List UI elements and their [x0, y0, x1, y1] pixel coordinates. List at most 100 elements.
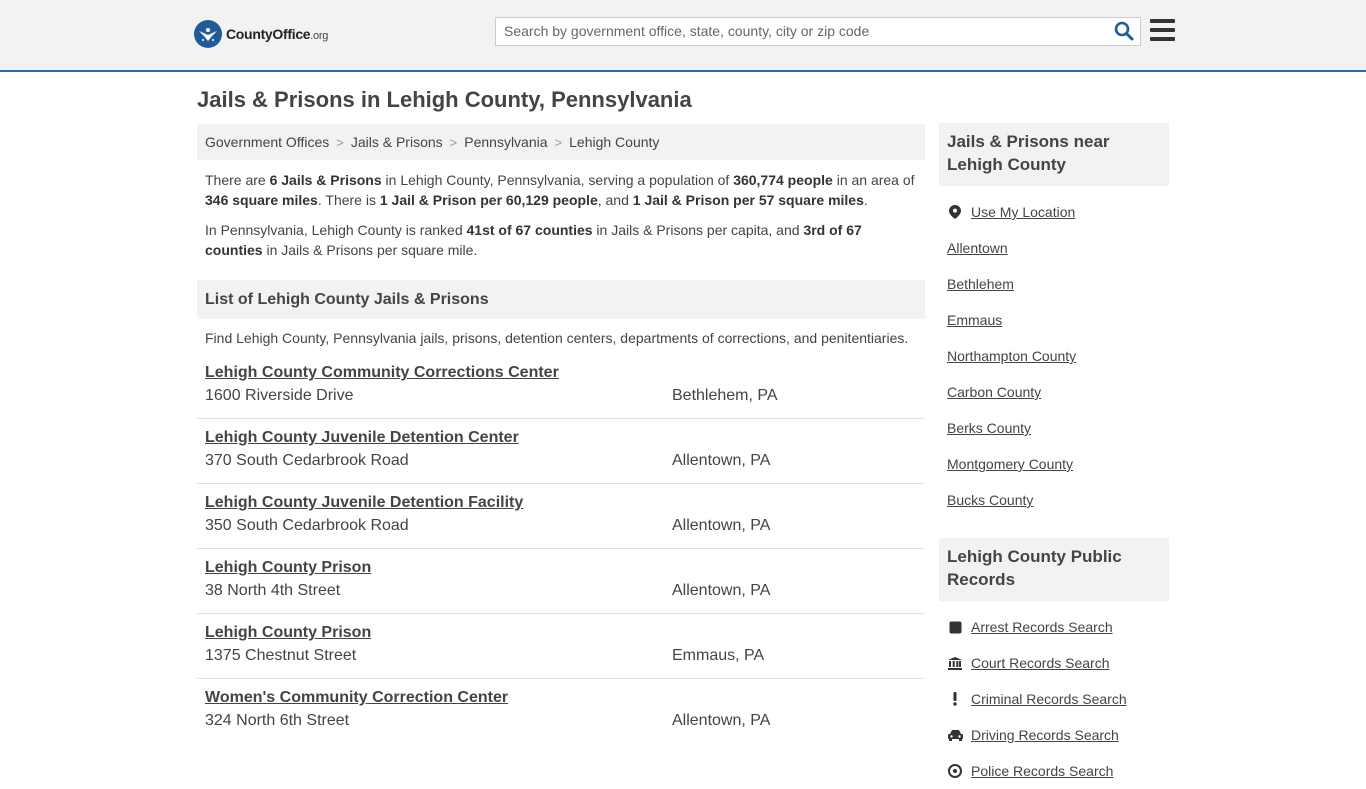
intro-text-span: There are	[205, 172, 270, 188]
use-location-item: Use My Location	[947, 194, 1161, 230]
list-description: Find Lehigh County, Pennsylvania jails, …	[205, 330, 909, 346]
court-records-link[interactable]: Court Records Search	[971, 655, 1110, 671]
facility-name-link[interactable]: Lehigh County Prison	[205, 624, 371, 642]
nearby-item: Montgomery County	[947, 446, 1161, 482]
intro-text-span: in Jails & Prisons per square mile.	[262, 242, 478, 258]
area: 346 square miles	[205, 192, 318, 208]
nearby-item: Northampton County	[947, 338, 1161, 374]
facility-name-link[interactable]: Women's Community Correction Center	[205, 689, 508, 707]
driving-records-link[interactable]: Driving Records Search	[971, 727, 1119, 743]
facility-name-link[interactable]: Lehigh County Juvenile Detention Facilit…	[205, 494, 523, 512]
nearby-heading: Jails & Prisons near Lehigh County	[939, 123, 1169, 186]
page-title: Jails & Prisons in Lehigh County, Pennsy…	[197, 87, 692, 112]
sidebar: Jails & Prisons near Lehigh County Use M…	[939, 123, 1169, 789]
intro-text-span: , and	[597, 192, 633, 208]
facility-city: Emmaus, PA	[672, 647, 765, 664]
list-item: Lehigh County Juvenile Detention Center …	[197, 419, 925, 484]
facility-name-link[interactable]: Lehigh County Juvenile Detention Center	[205, 429, 519, 447]
facility-city: Allentown, PA	[672, 452, 771, 469]
site-header: CountyOffice.org	[0, 0, 1366, 72]
logo-main: CountyOffice	[226, 26, 311, 42]
nearby-item: Bethlehem	[947, 266, 1161, 302]
facility-address: 324 North 6th Street	[205, 712, 350, 729]
facility-count: 6 Jails & Prisons	[269, 172, 382, 188]
facility-address: 1375 Chestnut Street	[205, 647, 357, 664]
police-icon	[947, 763, 963, 779]
list-item: Women's Community Correction Center 324 …	[197, 679, 925, 743]
breadcrumb-pennsylvania[interactable]: Pennsylvania	[464, 134, 547, 150]
police-records-link[interactable]: Police Records Search	[971, 763, 1113, 779]
criminal-records-link[interactable]: Criminal Records Search	[971, 691, 1127, 707]
facility-name-link[interactable]: Lehigh County Community Corrections Cent…	[205, 364, 559, 382]
search-box	[495, 17, 1141, 46]
intro-text-span: . There is	[317, 192, 380, 208]
facility-address: 38 North 4th Street	[205, 582, 341, 599]
records-item: Arrest Records Search	[947, 609, 1161, 645]
intro-paragraph-stats: There are 6 Jails & Prisons in Lehigh Co…	[205, 170, 917, 210]
logo-suffix: .org	[310, 30, 329, 42]
records-item: Criminal Records Search	[947, 681, 1161, 717]
nearby-link-berks-county[interactable]: Berks County	[947, 420, 1031, 436]
square-icon	[947, 619, 963, 635]
nearby-item: Allentown	[947, 230, 1161, 266]
nearby-link-montgomery-county[interactable]: Montgomery County	[947, 456, 1073, 472]
per-square-mile: 1 Jail & Prison per 57 square miles	[632, 192, 864, 208]
per-capita: 1 Jail & Prison per 60,129 people	[379, 192, 598, 208]
public-records-heading: Lehigh County Public Records	[939, 538, 1169, 601]
per-capita-rank: 41st of 67 counties	[466, 222, 593, 238]
intro-text-span: .	[863, 192, 868, 208]
use-location-link[interactable]: Use My Location	[971, 204, 1075, 220]
search-input[interactable]	[496, 18, 1112, 43]
nearby-item: Emmaus	[947, 302, 1161, 338]
logo-text: CountyOffice.org	[226, 26, 328, 42]
facility-city: Allentown, PA	[672, 582, 771, 599]
arrest-records-link[interactable]: Arrest Records Search	[971, 619, 1113, 635]
nearby-item: Bucks County	[947, 482, 1161, 518]
nearby-link-bethlehem[interactable]: Bethlehem	[947, 276, 1014, 292]
records-item: Driving Records Search	[947, 717, 1161, 753]
intro-text-span: in Jails & Prisons per capita, and	[592, 222, 804, 238]
facility-city: Allentown, PA	[672, 712, 771, 729]
nearby-list: Use My Location Allentown Bethlehem Emma…	[939, 186, 1169, 518]
nearby-link-emmaus[interactable]: Emmaus	[947, 312, 1002, 328]
records-item: Police Records Search	[947, 753, 1161, 789]
list-item: Lehigh County Prison 1375 Chestnut Stree…	[197, 614, 925, 679]
nearby-link-bucks-county[interactable]: Bucks County	[947, 492, 1033, 508]
list-heading: List of Lehigh County Jails & Prisons	[197, 280, 925, 319]
intro-text-span: in an area of	[832, 172, 915, 188]
breadcrumb-lehigh-county[interactable]: Lehigh County	[569, 134, 659, 150]
breadcrumb-separator: >	[336, 134, 344, 150]
breadcrumb: Government Offices > Jails & Prisons > P…	[197, 124, 925, 160]
facility-address: 1600 Riverside Drive	[205, 387, 354, 404]
intro-text: There are 6 Jails & Prisons in Lehigh Co…	[197, 170, 925, 260]
breadcrumb-separator: >	[554, 134, 563, 150]
intro-paragraph-rank: In Pennsylvania, Lehigh County is ranked…	[205, 220, 917, 260]
intro-text-span: in Lehigh County, Pennsylvania, serving …	[381, 172, 734, 188]
hamburger-menu-icon[interactable]	[1150, 19, 1175, 43]
intro-text-span: In Pennsylvania, Lehigh County is ranked	[205, 222, 467, 238]
nearby-item: Berks County	[947, 410, 1161, 446]
search-icon[interactable]	[1114, 21, 1134, 41]
facility-city: Allentown, PA	[672, 517, 771, 534]
main-content: Government Offices > Jails & Prisons > P…	[197, 124, 925, 743]
breadcrumb-government-offices[interactable]: Government Offices	[205, 134, 329, 150]
breadcrumb-jails-prisons[interactable]: Jails & Prisons	[351, 134, 443, 150]
list-item: Lehigh County Juvenile Detention Facilit…	[197, 484, 925, 549]
facility-list: Lehigh County Community Corrections Cent…	[197, 354, 925, 743]
exclamation-icon	[947, 691, 963, 707]
facility-address: 350 South Cedarbrook Road	[205, 517, 409, 534]
nearby-link-carbon-county[interactable]: Carbon County	[947, 384, 1041, 400]
site-logo[interactable]: CountyOffice.org	[194, 20, 328, 48]
facility-city: Bethlehem, PA	[672, 387, 778, 404]
nearby-item: Carbon County	[947, 374, 1161, 410]
car-icon	[947, 727, 963, 743]
nearby-link-northampton-county[interactable]: Northampton County	[947, 348, 1076, 364]
courthouse-icon	[947, 655, 963, 671]
list-item: Lehigh County Prison 38 North 4th Street…	[197, 549, 925, 614]
logo-eagle-icon	[194, 20, 222, 48]
map-pin-icon	[947, 204, 963, 220]
facility-name-link[interactable]: Lehigh County Prison	[205, 559, 371, 577]
nearby-link-allentown[interactable]: Allentown	[947, 240, 1008, 256]
records-item: Court Records Search	[947, 645, 1161, 681]
list-item: Lehigh County Community Corrections Cent…	[197, 354, 925, 419]
